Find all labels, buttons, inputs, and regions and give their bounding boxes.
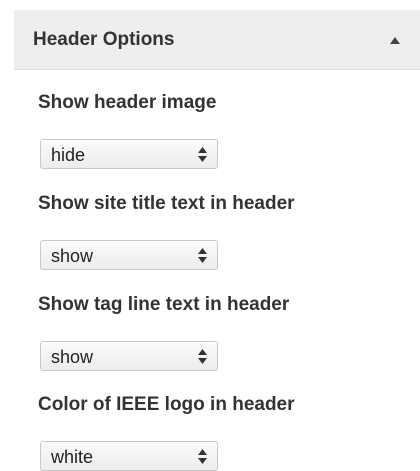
select-value: show — [51, 347, 94, 367]
select-value: white — [51, 447, 94, 467]
option-label: Color of IEEE logo in header — [38, 394, 295, 415]
select-arrows-icon — [198, 147, 207, 162]
option-label: Show header image — [38, 92, 217, 113]
option-label: Show site title text in header — [38, 193, 295, 214]
option-show-header-image: Show header image hide — [38, 92, 218, 169]
option-ieee-logo-color: Color of IEEE logo in header white — [38, 394, 295, 471]
option-show-site-title: Show site title text in header show — [38, 193, 295, 270]
tag-line-select[interactable]: show — [40, 341, 218, 371]
panel-header[interactable]: Header Options — [14, 10, 420, 70]
header-image-select[interactable]: hide — [40, 139, 218, 169]
ieee-logo-color-select[interactable]: white — [40, 441, 218, 471]
select-value: hide — [51, 145, 86, 165]
option-show-tag-line: Show tag line text in header show — [38, 294, 290, 371]
select-arrows-icon — [198, 449, 207, 464]
select-value: show — [51, 246, 94, 266]
option-label: Show tag line text in header — [38, 294, 290, 315]
select-arrows-icon — [198, 248, 207, 263]
collapse-toggle[interactable] — [380, 10, 420, 70]
site-title-select[interactable]: show — [40, 240, 218, 270]
triangle-up-icon — [390, 37, 400, 44]
panel-title: Header Options — [33, 29, 175, 50]
select-arrows-icon — [198, 349, 207, 364]
